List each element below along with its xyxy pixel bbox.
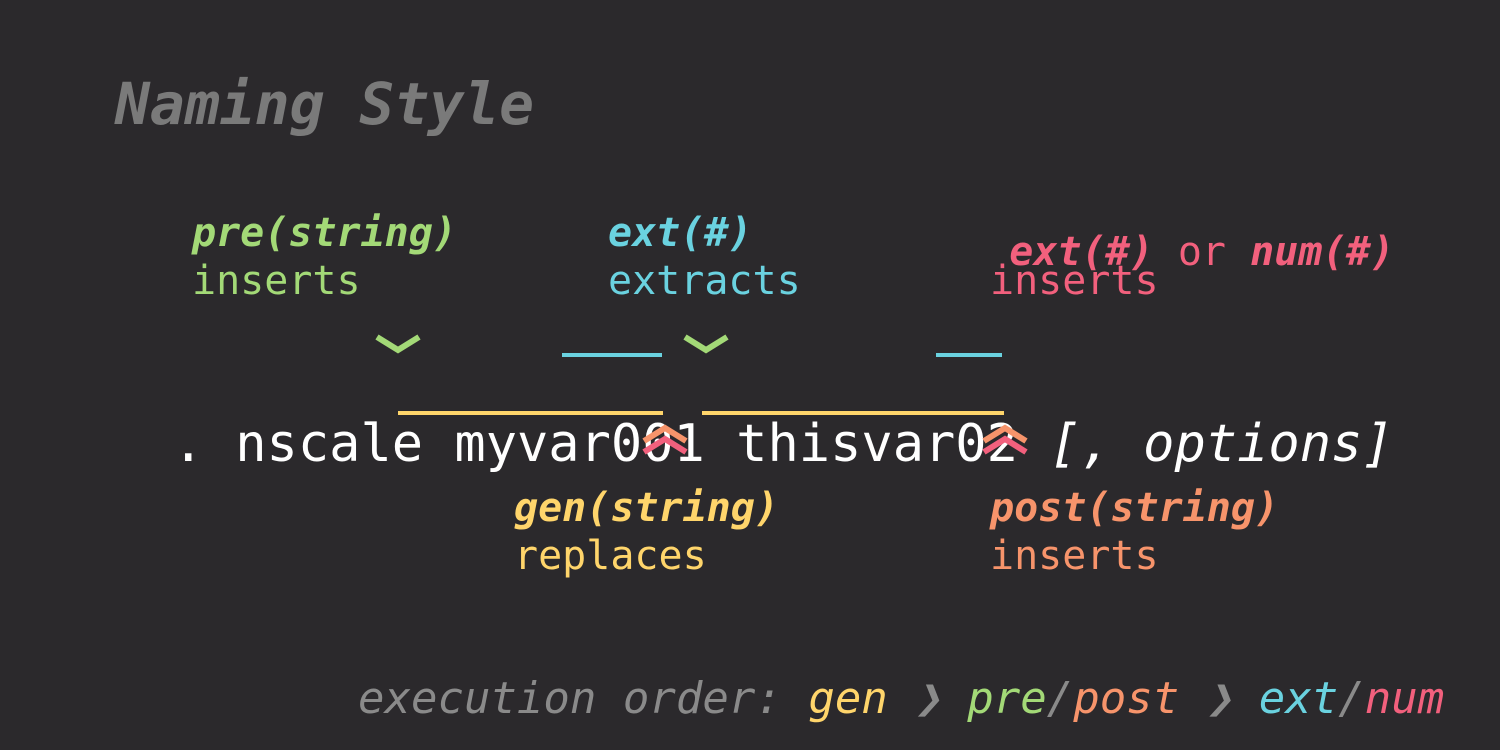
order-separator-2: ❯ [1179, 673, 1259, 724]
execution-order-line: execution order: gen ❯ pre/post ❯ ext/nu… [305, 622, 1444, 724]
double-chevron-up-icon [642, 424, 688, 455]
double-chevron-up-icon [982, 424, 1028, 455]
execution-order-label: execution order: [357, 673, 809, 724]
post-action-label: inserts [990, 533, 1159, 579]
order-ext: ext [1258, 673, 1339, 724]
order-separator-1: ❯ [887, 673, 968, 724]
order-slash-1: / [1046, 673, 1074, 724]
chevron-down-icon [375, 334, 421, 354]
chevron-down-icon [683, 334, 729, 354]
order-post: post [1073, 673, 1180, 724]
order-num: num [1364, 673, 1445, 724]
gen-action-label: replaces [514, 533, 707, 579]
order-gen: gen [808, 673, 888, 724]
gen-option-label: gen(string) [514, 485, 779, 531]
post-option-label: post(string) [990, 485, 1279, 531]
order-slash-2: / [1338, 673, 1365, 724]
order-pre: pre [967, 673, 1047, 724]
